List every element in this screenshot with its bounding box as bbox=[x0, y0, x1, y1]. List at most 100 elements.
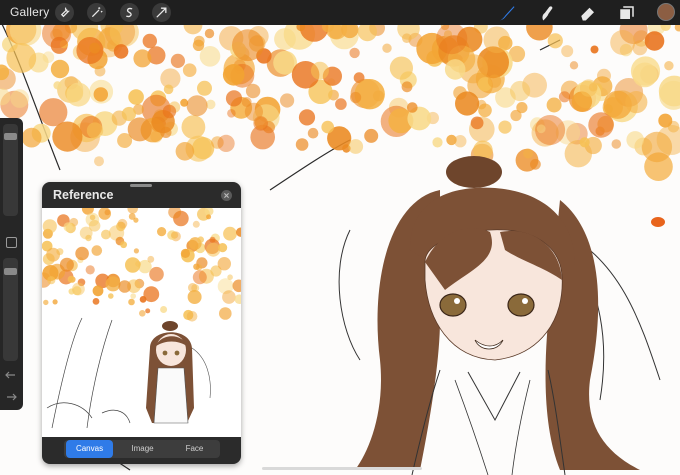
leaf-blob bbox=[186, 95, 208, 117]
leaf-blob bbox=[139, 310, 146, 317]
opacity-slider[interactable] bbox=[3, 258, 18, 361]
tab-canvas[interactable]: Canvas bbox=[66, 440, 113, 458]
gallery-button[interactable]: Gallery bbox=[10, 5, 49, 19]
leaf-blob bbox=[192, 270, 207, 285]
leaf-blob bbox=[217, 257, 231, 271]
leaf-blob bbox=[432, 137, 443, 148]
modify-button[interactable] bbox=[6, 237, 17, 248]
leaf-blob bbox=[147, 255, 155, 263]
undo-icon[interactable] bbox=[5, 370, 17, 380]
leaf-blob bbox=[401, 81, 413, 93]
leaf-blob bbox=[454, 135, 467, 148]
tab-image[interactable]: Image bbox=[119, 440, 166, 458]
leaf-blob bbox=[402, 33, 412, 43]
leaf-blob bbox=[509, 80, 531, 102]
leaf-blob bbox=[186, 311, 198, 322]
preview-character bbox=[146, 321, 211, 424]
leaf-blob bbox=[227, 109, 236, 118]
slider-thumb[interactable] bbox=[4, 268, 17, 275]
close-icon[interactable] bbox=[221, 190, 232, 201]
leaf-blob bbox=[92, 285, 104, 297]
leaf-blob bbox=[46, 247, 60, 262]
leaf-blob bbox=[125, 257, 141, 273]
leaf-blob bbox=[180, 248, 190, 258]
reference-preview bbox=[42, 202, 241, 437]
leaf-blob bbox=[192, 220, 200, 228]
leaf-blob bbox=[295, 138, 309, 151]
leaf-blob bbox=[225, 90, 243, 107]
leaf-blob bbox=[349, 47, 360, 59]
transform-icon[interactable] bbox=[152, 3, 171, 22]
leaf-blob bbox=[298, 109, 316, 126]
leaf-blob bbox=[149, 266, 164, 282]
leaf-blob bbox=[120, 241, 127, 249]
leaf-blob bbox=[222, 64, 245, 86]
leaf-blob bbox=[98, 207, 111, 220]
leaf-blob bbox=[6, 43, 37, 73]
leaf-blob bbox=[63, 222, 73, 232]
redo-icon[interactable] bbox=[5, 392, 17, 402]
preview-foliage bbox=[42, 202, 241, 322]
leaf-blob bbox=[350, 91, 362, 104]
leaf-blob bbox=[105, 276, 121, 292]
layers-icon[interactable] bbox=[617, 3, 637, 23]
leaf-blob bbox=[128, 89, 144, 105]
leaf-blob bbox=[611, 139, 622, 149]
leaf-blob bbox=[142, 33, 157, 49]
tab-face[interactable]: Face bbox=[171, 440, 218, 458]
leaf-blob bbox=[130, 293, 136, 299]
leaf-blob bbox=[121, 106, 136, 122]
leaf-blob bbox=[127, 117, 152, 142]
leaf-blob bbox=[39, 98, 68, 127]
leaf-blob bbox=[223, 226, 237, 241]
leaf-blob bbox=[516, 102, 528, 114]
leaf-blob bbox=[407, 102, 418, 113]
leaf-blob bbox=[133, 248, 139, 254]
slider-thumb[interactable] bbox=[4, 133, 17, 140]
home-indicator bbox=[262, 467, 422, 470]
leaf-blob bbox=[128, 213, 136, 220]
leaf-blob bbox=[163, 84, 174, 95]
leaf-blob bbox=[75, 246, 89, 261]
leaf-blob bbox=[181, 115, 206, 139]
leaf-blob bbox=[217, 134, 235, 152]
color-picker-swatch[interactable] bbox=[657, 3, 675, 21]
reference-tab-bar: Canvas Image Face bbox=[64, 440, 220, 458]
leaf-blob bbox=[664, 60, 674, 71]
brush-icon[interactable] bbox=[497, 3, 517, 23]
leaf-blob bbox=[455, 91, 480, 116]
eraser-icon[interactable] bbox=[578, 3, 598, 23]
leaf-blob bbox=[436, 22, 468, 55]
leaf-blob bbox=[187, 290, 202, 304]
leaf-blob bbox=[199, 46, 221, 67]
leaf-blob bbox=[274, 28, 296, 50]
leaf-blob bbox=[53, 81, 62, 90]
leaf-blob bbox=[133, 49, 152, 68]
leaf-blob bbox=[72, 282, 85, 296]
magic-wand-icon[interactable] bbox=[87, 3, 106, 22]
leaf-blob bbox=[52, 299, 58, 305]
reference-panel[interactable]: Reference Canvas Image Face bbox=[42, 182, 241, 464]
drag-handle[interactable] bbox=[130, 184, 152, 187]
leaf-blob bbox=[644, 31, 665, 51]
leaf-blob bbox=[219, 307, 232, 320]
leaf-blob bbox=[280, 93, 295, 108]
leaf-blob bbox=[21, 127, 42, 148]
leaf-blob bbox=[47, 276, 56, 285]
leaf-blob bbox=[89, 42, 101, 54]
leaf-blob bbox=[236, 227, 241, 237]
leaf-blob bbox=[101, 229, 111, 240]
leaf-blob bbox=[108, 293, 114, 299]
leaf-blob bbox=[310, 61, 329, 80]
leaf-blob bbox=[241, 97, 252, 107]
leaf-blob bbox=[632, 62, 658, 88]
leaf-blob bbox=[590, 45, 599, 54]
brush-size-slider[interactable] bbox=[3, 124, 18, 216]
leaf-blob bbox=[364, 128, 379, 143]
leaf-blob bbox=[175, 142, 195, 161]
leaf-blob bbox=[113, 44, 129, 59]
leaf-blob bbox=[197, 80, 212, 96]
selection-icon[interactable] bbox=[120, 3, 139, 22]
smudge-icon[interactable] bbox=[537, 3, 557, 23]
wrench-icon[interactable] bbox=[55, 3, 74, 22]
